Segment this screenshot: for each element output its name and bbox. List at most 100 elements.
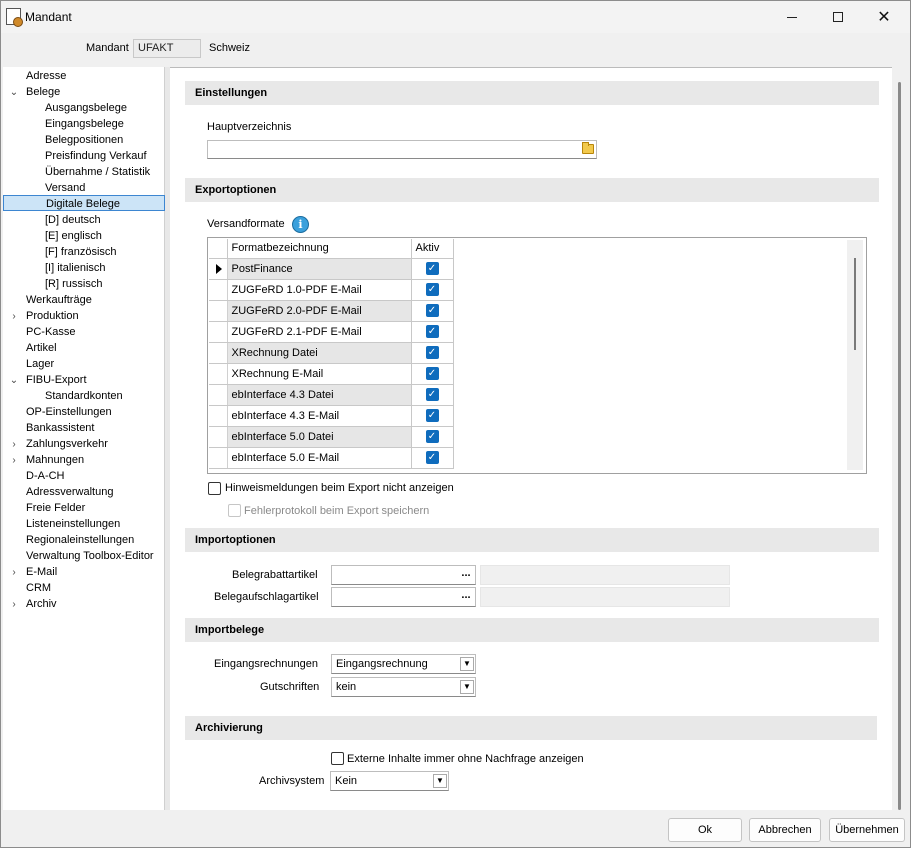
info-icon[interactable]: i <box>292 216 309 233</box>
scrollbar-thumb[interactable] <box>898 82 901 810</box>
tree-item-eingangsbelege[interactable]: Eingangsbelege <box>45 116 124 132</box>
active-checkbox[interactable]: ✓ <box>411 258 454 280</box>
tree-item-italienisch[interactable]: [I] italienisch <box>45 260 106 276</box>
table-row[interactable]: XRechnung E-Mail ✓ <box>209 363 454 385</box>
active-checkbox[interactable]: ✓ <box>411 363 454 385</box>
tree-item-versand[interactable]: Versand <box>45 180 85 196</box>
tree-item-belege[interactable]: Belege <box>26 84 60 100</box>
tree-item-mahnungen[interactable]: Mahnungen <box>26 452 84 468</box>
active-checkbox[interactable]: ✓ <box>411 300 454 322</box>
tree-item-pc-kasse[interactable]: PC-Kasse <box>26 324 76 340</box>
tree-item-ausgangsbelege[interactable]: Ausgangsbelege <box>45 100 127 116</box>
folder-icon[interactable] <box>582 142 594 154</box>
tree-item-bankassistent[interactable]: Bankassistent <box>26 420 94 436</box>
active-checkbox[interactable]: ✓ <box>411 405 454 427</box>
table-row[interactable]: PostFinance ✓ <box>209 258 454 280</box>
tree-item-archiv[interactable]: Archiv <box>26 596 57 612</box>
apply-button[interactable]: Übernehmen <box>829 818 905 842</box>
tree-item-russisch[interactable]: [R] russisch <box>45 276 102 292</box>
format-name[interactable]: XRechnung Datei <box>227 342 412 364</box>
column-formatbezeichnung[interactable]: Formatbezeichnung <box>227 239 412 259</box>
tree-item-englisch[interactable]: [E] englisch <box>45 228 102 244</box>
tree-item-digitale-belege[interactable]: Digitale Belege <box>3 195 165 211</box>
tree-item-listeneinstellungen[interactable]: Listeneinstellungen <box>26 516 120 532</box>
tree-item-crm[interactable]: CRM <box>26 580 51 596</box>
belegrabattartikel-field[interactable]: ... <box>331 565 476 585</box>
tree-item-deutsch[interactable]: [D] deutsch <box>45 212 101 228</box>
table-row[interactable]: ZUGFeRD 2.1-PDF E-Mail ✓ <box>209 321 454 343</box>
grid-scrollbar[interactable] <box>847 240 863 470</box>
active-checkbox[interactable]: ✓ <box>411 279 454 301</box>
table-row[interactable]: ZUGFeRD 2.0-PDF E-Mail ✓ <box>209 300 454 322</box>
table-row[interactable]: ZUGFeRD 1.0-PDF E-Mail ✓ <box>209 279 454 301</box>
table-row[interactable]: ebInterface 5.0 E-Mail ✓ <box>209 447 454 469</box>
fehlerprotokoll-checkbox-label[interactable]: Fehlerprotokoll beim Export speichern <box>244 505 429 517</box>
externe-inhalte-checkbox-label[interactable]: Externe Inhalte immer ohne Nachfrage anz… <box>347 753 584 765</box>
format-name[interactable]: ZUGFeRD 2.1-PDF E-Mail <box>227 321 412 343</box>
maximize-button[interactable] <box>815 1 861 33</box>
table-row[interactable]: XRechnung Datei ✓ <box>209 342 454 364</box>
chevron-down-icon[interactable]: ⌄ <box>9 84 19 100</box>
tree-item-dach[interactable]: D-A-CH <box>26 468 65 484</box>
table-row[interactable]: ebInterface 4.3 Datei ✓ <box>209 384 454 406</box>
active-checkbox[interactable]: ✓ <box>411 342 454 364</box>
ok-button[interactable]: Ok <box>668 818 742 842</box>
browse-button[interactable]: ... <box>458 589 474 605</box>
chevron-right-icon[interactable]: › <box>9 564 19 580</box>
tree-item-email[interactable]: E-Mail <box>26 564 57 580</box>
tree-item-lager[interactable]: Lager <box>26 356 54 372</box>
content-scrollbar[interactable] <box>895 82 905 810</box>
chevron-right-icon[interactable]: › <box>9 596 19 612</box>
active-checkbox[interactable]: ✓ <box>411 447 454 469</box>
grid-scrollbar-thumb[interactable] <box>854 258 856 350</box>
fehlerprotokoll-checkbox[interactable] <box>228 504 241 517</box>
active-checkbox[interactable]: ✓ <box>411 384 454 406</box>
eingangsrechnungen-select[interactable]: Eingangsrechnung ▼ <box>331 654 476 674</box>
chevron-right-icon[interactable]: › <box>9 308 19 324</box>
tree-item-artikel[interactable]: Artikel <box>26 340 57 356</box>
chevron-down-icon[interactable]: ⌄ <box>9 372 19 388</box>
table-row[interactable]: ebInterface 5.0 Datei ✓ <box>209 426 454 448</box>
tree-item-uebernahme[interactable]: Übernahme / Statistik <box>45 164 150 180</box>
format-name[interactable]: PostFinance <box>227 258 412 280</box>
format-name[interactable]: XRechnung E-Mail <box>227 363 412 385</box>
hauptverzeichnis-field[interactable] <box>207 140 597 159</box>
tree-item-standardkonten[interactable]: Standardkonten <box>45 388 123 404</box>
cancel-button[interactable]: Abbrechen <box>749 818 821 842</box>
format-name[interactable]: ebInterface 5.0 Datei <box>227 426 412 448</box>
format-name[interactable]: ebInterface 4.3 E-Mail <box>227 405 412 427</box>
format-name[interactable]: ebInterface 5.0 E-Mail <box>227 447 412 469</box>
browse-button[interactable]: ... <box>458 567 474 583</box>
tree-item-produktion[interactable]: Produktion <box>26 308 79 324</box>
chevron-right-icon[interactable]: › <box>9 436 19 452</box>
tree-item-adresse[interactable]: Adresse <box>26 68 66 84</box>
tree-item-franzoesisch[interactable]: [F] französisch <box>45 244 117 260</box>
tree-item-werkauftraege[interactable]: Werkaufträge <box>26 292 92 308</box>
hinweis-checkbox-label[interactable]: Hinweismeldungen beim Export nicht anzei… <box>225 482 454 494</box>
tree-item-zahlungsverkehr[interactable]: Zahlungsverkehr <box>26 436 108 452</box>
table-row[interactable]: ebInterface 4.3 E-Mail ✓ <box>209 405 454 427</box>
tree-item-freie-felder[interactable]: Freie Felder <box>26 500 85 516</box>
tree-item-fibu-export[interactable]: FIBU-Export <box>26 372 87 388</box>
format-name[interactable]: ZUGFeRD 1.0-PDF E-Mail <box>227 279 412 301</box>
tree-item-op-einstellungen[interactable]: OP-Einstellungen <box>26 404 112 420</box>
column-aktiv[interactable]: Aktiv <box>411 239 454 259</box>
active-checkbox[interactable]: ✓ <box>411 426 454 448</box>
chevron-down-icon[interactable]: ▼ <box>460 680 474 694</box>
hinweis-checkbox[interactable] <box>208 482 221 495</box>
externe-inhalte-checkbox[interactable] <box>331 752 344 765</box>
tree-item-adressverwaltung[interactable]: Adressverwaltung <box>26 484 113 500</box>
tree-item-preisfindung[interactable]: Preisfindung Verkauf <box>45 148 147 164</box>
chevron-down-icon[interactable]: ▼ <box>460 657 474 671</box>
tree-item-belegpositionen[interactable]: Belegpositionen <box>45 132 123 148</box>
tree-item-toolbox-editor[interactable]: Verwaltung Toolbox-Editor <box>26 548 154 564</box>
tree-item-regionaleinstellungen[interactable]: Regionaleinstellungen <box>26 532 134 548</box>
minimize-button[interactable] <box>769 1 815 33</box>
chevron-down-icon[interactable]: ▼ <box>433 774 447 788</box>
belegaufschlagartikel-field[interactable]: ... <box>331 587 476 607</box>
gutschriften-select[interactable]: kein ▼ <box>331 677 476 697</box>
active-checkbox[interactable]: ✓ <box>411 321 454 343</box>
chevron-right-icon[interactable]: › <box>9 452 19 468</box>
format-name[interactable]: ebInterface 4.3 Datei <box>227 384 412 406</box>
close-button[interactable]: ✕ <box>861 1 907 33</box>
